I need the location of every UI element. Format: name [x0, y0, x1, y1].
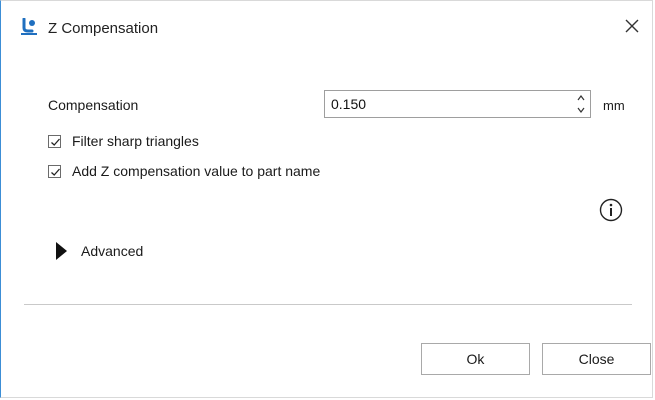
add-z-to-name-checkbox[interactable] — [48, 164, 61, 178]
spin-down-icon[interactable] — [573, 104, 589, 116]
unit-label: mm — [603, 98, 625, 113]
add-z-to-name-option[interactable]: Add Z compensation value to part name — [48, 162, 320, 180]
advanced-label: Advanced — [81, 243, 144, 259]
compensation-spinbox[interactable] — [324, 90, 591, 118]
z-compensation-dialog: Z Compensation Compensation mm Filter sh… — [0, 0, 653, 398]
checkmark-icon — [51, 138, 60, 146]
divider — [24, 304, 632, 305]
expand-arrow-icon — [56, 242, 67, 260]
filter-sharp-triangles-checkbox[interactable] — [48, 134, 61, 148]
compensation-input[interactable] — [325, 91, 571, 117]
ok-button[interactable]: Ok — [421, 343, 530, 375]
add-z-to-name-label: Add Z compensation value to part name — [72, 163, 321, 179]
filter-sharp-triangles-label: Filter sharp triangles — [72, 133, 199, 149]
spin-up-icon[interactable] — [573, 92, 589, 104]
filter-sharp-triangles-option[interactable]: Filter sharp triangles — [48, 132, 199, 150]
checkmark-icon — [51, 168, 60, 176]
close-icon[interactable] — [618, 12, 646, 40]
advanced-expander[interactable]: Advanced — [56, 241, 143, 261]
compensation-label: Compensation — [48, 97, 139, 113]
materialise-logo-icon — [21, 18, 37, 35]
info-icon[interactable] — [598, 197, 624, 223]
close-button[interactable]: Close — [542, 343, 651, 375]
dialog-title: Z Compensation — [48, 20, 159, 37]
spin-buttons — [573, 92, 589, 116]
